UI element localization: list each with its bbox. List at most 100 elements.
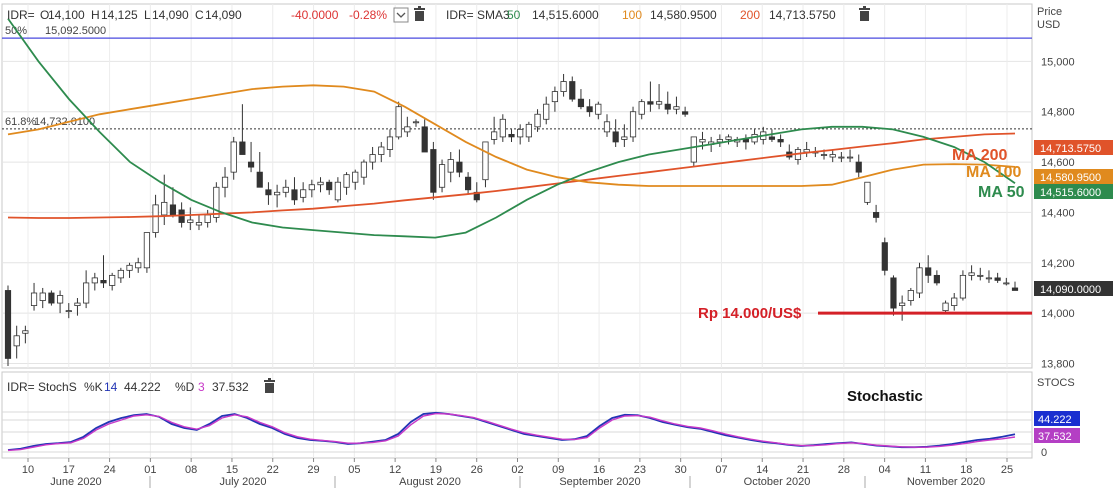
trash-icon[interactable] <box>859 6 870 21</box>
candle-body <box>230 141 237 173</box>
day-tick-label: 16 <box>593 464 605 476</box>
candle-body <box>647 101 654 105</box>
ohlc-value: 14,090 <box>205 8 242 22</box>
candle-body <box>282 186 289 193</box>
day-tick-label: 14 <box>756 464 768 476</box>
candle-body <box>1003 282 1010 285</box>
ohlc-value: 14,090 <box>152 8 189 22</box>
candle-body <box>39 292 46 301</box>
candle-body <box>890 277 897 309</box>
candle-body <box>977 274 984 277</box>
candle-body <box>1011 287 1019 291</box>
price-tick-label: 13,800 <box>1041 358 1075 370</box>
candle-body <box>959 274 967 299</box>
candle-body <box>274 191 281 196</box>
candle-body <box>100 280 107 284</box>
candle-body <box>820 154 828 156</box>
candle-body <box>135 262 142 269</box>
candle <box>213 182 220 223</box>
candle-body <box>22 330 29 334</box>
candle <box>395 101 402 140</box>
price-axis-title: Price <box>1037 6 1062 18</box>
trash-icon[interactable] <box>414 6 425 21</box>
candle-body <box>465 176 472 191</box>
price-tick-label: 14,600 <box>1041 157 1075 169</box>
candle-body <box>508 133 515 138</box>
candle-body <box>152 204 159 233</box>
candle-body <box>187 219 194 223</box>
candle-body <box>352 171 359 183</box>
candle-body <box>664 103 671 110</box>
candle-body <box>265 189 272 196</box>
price-tick-label: 14,800 <box>1041 107 1075 119</box>
candle-body <box>968 272 975 276</box>
candle-body <box>126 264 133 271</box>
support-label: Rp 14.000/US$ <box>698 305 802 322</box>
day-tick-label: 10 <box>22 464 34 476</box>
candle-body <box>855 161 862 173</box>
candle-body <box>603 121 611 133</box>
day-tick-label: 04 <box>879 464 891 476</box>
candle-body <box>482 141 489 181</box>
candle-body <box>239 141 246 155</box>
ohlc-key: C <box>195 8 204 22</box>
candle-body <box>595 103 602 115</box>
day-tick-label: 25 <box>1001 464 1013 476</box>
candle-body <box>560 81 567 92</box>
fib-value-label: 15,092.5000 <box>45 25 106 37</box>
candle-body <box>195 222 203 226</box>
month-label: June 2020 <box>50 476 101 488</box>
sma-value: 14,713.5750 <box>769 8 836 22</box>
candle-body <box>569 81 576 100</box>
day-tick-label: 22 <box>267 464 279 476</box>
candle-body <box>456 161 463 173</box>
fib-pct-label: 61.8% <box>5 116 36 128</box>
candle-body <box>83 282 90 304</box>
sma-values: 50 14,515.6000 100 14,580.9500 200 14,713.575… <box>507 8 836 22</box>
candle-body <box>395 106 402 138</box>
candle <box>430 141 437 200</box>
sma-period: 50 <box>507 8 521 22</box>
month-label: November 2020 <box>907 476 985 488</box>
day-tick-label: 07 <box>715 464 727 476</box>
candle-body <box>725 136 732 140</box>
stoch-tick-label: 0 <box>1041 447 1047 459</box>
dropdown-button[interactable] <box>393 7 409 23</box>
candle-body <box>638 101 645 115</box>
candle-body <box>629 111 637 138</box>
candle-body <box>91 277 98 284</box>
day-tick-label: 23 <box>634 464 646 476</box>
candle <box>881 237 888 276</box>
day-tick-label: 17 <box>63 464 75 476</box>
candle-body <box>438 164 446 188</box>
ohlc-key: L <box>144 8 151 22</box>
candle-body <box>369 154 376 163</box>
candle-body <box>499 118 506 138</box>
month-label: August 2020 <box>399 476 461 488</box>
candle-body <box>994 277 1001 281</box>
candle-body <box>343 174 350 188</box>
candle-body <box>690 136 697 163</box>
candle <box>48 290 55 306</box>
stoch-k-badge-label: 44.222 <box>1038 414 1072 426</box>
day-tick-label: 19 <box>430 464 442 476</box>
candle-body <box>517 128 524 138</box>
day-tick-label: 01 <box>144 464 156 476</box>
trash-icon[interactable] <box>264 378 275 393</box>
day-tick-label: 09 <box>552 464 564 476</box>
month-label: September 2020 <box>559 476 640 488</box>
ohlc-value: 14,125 <box>101 8 138 22</box>
stoch-k-period: 14 <box>104 380 118 394</box>
candle-body <box>256 171 263 188</box>
sma-value: 14,515.6000 <box>532 8 599 22</box>
candle-body <box>899 302 906 306</box>
ma-label: MA 50 <box>978 184 1025 201</box>
candle-body <box>881 242 888 271</box>
month-label: October 2020 <box>744 476 811 488</box>
dropdown-box[interactable] <box>393 7 409 23</box>
candle <box>864 181 871 205</box>
candle-body <box>4 290 12 359</box>
price-tick-label: 14,400 <box>1041 207 1075 219</box>
stoch-label: IDR= StochS <box>7 380 77 394</box>
candle-body <box>291 189 298 201</box>
